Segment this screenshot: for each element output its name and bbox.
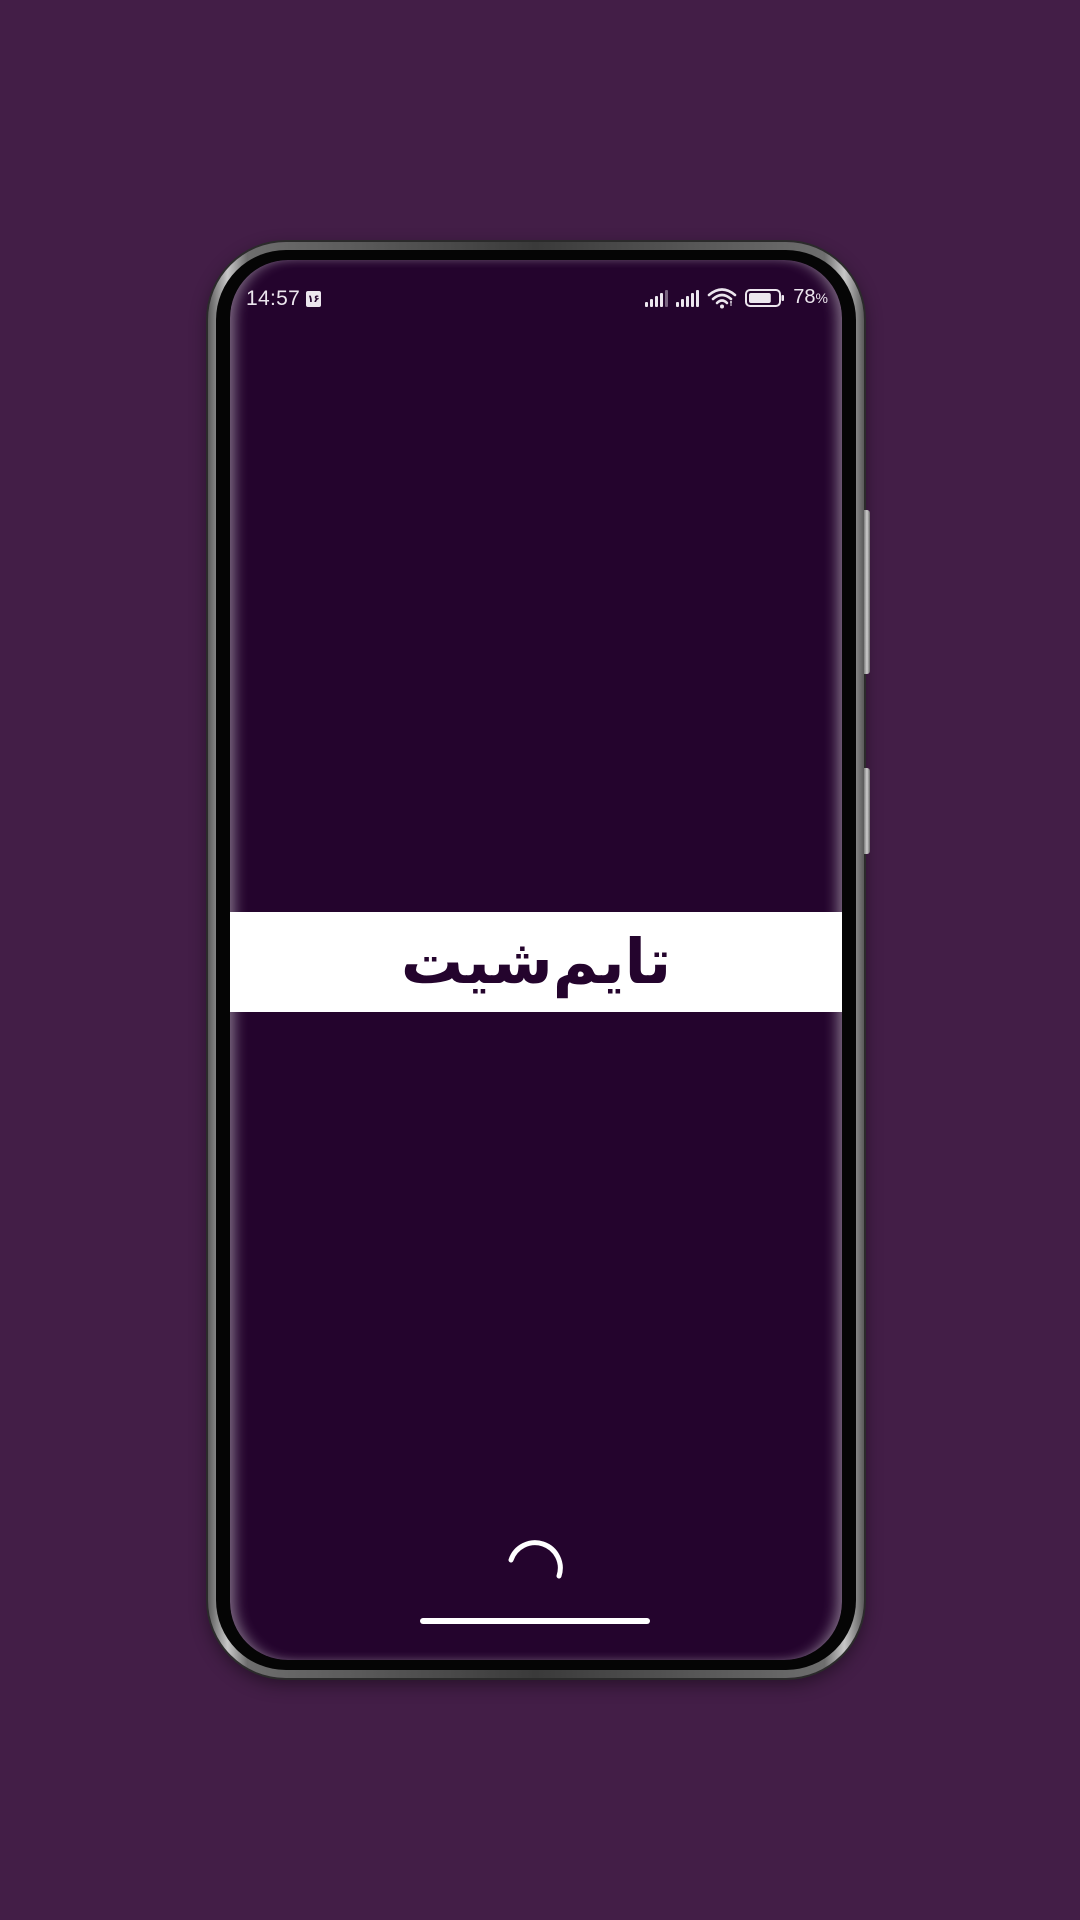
- status-bar: 14:57 ۱۶ 78%: [230, 260, 842, 324]
- status-right: 78%: [645, 286, 828, 309]
- calendar-day: ۱۶: [307, 294, 320, 305]
- calendar-icon: ۱۶: [306, 291, 322, 307]
- home-indicator[interactable]: [420, 1618, 650, 1624]
- splash-banner: تایم‌شیت: [230, 912, 842, 1012]
- signal-sim2-icon: [676, 289, 700, 307]
- page-background: 14:57 ۱۶: [0, 0, 1080, 1920]
- phone-frame: 14:57 ۱۶: [208, 242, 870, 1678]
- loading-spinner-icon: [508, 1540, 563, 1579]
- power-button: [864, 768, 870, 854]
- battery-percent-symbol: %: [815, 290, 828, 306]
- app-name-logo: تایم‌شیت: [400, 925, 672, 998]
- signal-sim1-icon: [645, 289, 669, 307]
- battery-percent: 78%: [793, 286, 828, 308]
- battery-icon: [745, 288, 785, 307]
- wifi-icon: [707, 287, 737, 308]
- app-screen: 14:57 ۱۶: [230, 260, 842, 1660]
- status-time: 14:57: [246, 287, 301, 310]
- status-left: 14:57 ۱۶: [246, 287, 322, 311]
- volume-button: [864, 510, 870, 674]
